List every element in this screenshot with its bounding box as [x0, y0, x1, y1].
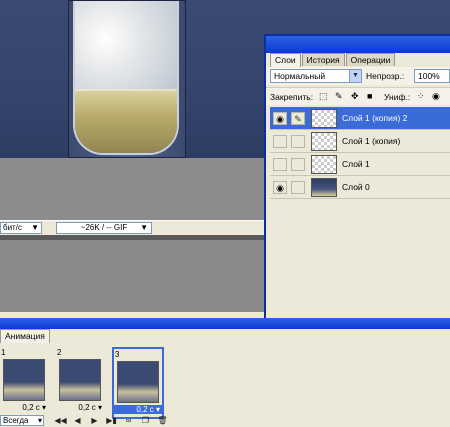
animation-frame-selected[interactable]: 3 0,2 c ▾ [112, 347, 164, 419]
frame-thumbnail [117, 361, 159, 403]
chevron-down-icon: ▼ [140, 223, 148, 232]
eye-icon[interactable]: ◉ [273, 112, 287, 125]
blend-mode-value: Нормальный [274, 71, 326, 81]
tab-animation[interactable]: Анимация [0, 329, 50, 343]
lock-position-icon[interactable]: ✥ [351, 91, 359, 102]
previous-frame-button[interactable]: ◀ [69, 416, 86, 425]
next-frame-button[interactable]: ▶▮ [103, 416, 120, 425]
animation-frame[interactable]: 2 0,2 c ▾ [56, 347, 104, 419]
layer-thumbnail [311, 109, 337, 128]
lock-row: Закрепить: ⬚ ✎ ✥ ■ Униф.: ⁘ ◉ [266, 87, 450, 105]
frame-delay[interactable]: 0,2 c ▾ [0, 403, 48, 412]
layer-thumbnail [311, 155, 337, 174]
layer-thumbnail [311, 132, 337, 151]
opacity-label: Непрозр.: [366, 71, 405, 81]
layer-name: Слой 1 (копия) 2 [342, 113, 408, 123]
frame-number: 3 [115, 350, 120, 359]
eye-icon[interactable]: ◉ [273, 181, 287, 194]
layers-panel-titlebar[interactable] [266, 36, 450, 53]
opacity-value: 100% [418, 71, 440, 81]
layers-panel-tabs: Слои История Операции [270, 53, 396, 67]
blend-opacity-row: Нормальный ▼ Непрозр.: 100% [266, 67, 450, 85]
visibility-toggle[interactable] [273, 158, 287, 171]
first-frame-button[interactable]: ◀◀ [52, 416, 69, 425]
tab-actions[interactable]: Операции [345, 53, 396, 66]
layer-name: Слой 1 (копия) [342, 136, 401, 146]
link-toggle[interactable] [291, 181, 305, 194]
optimize-status-bar: бит/с ▼ ~26K / -- GIF ▼ [0, 220, 270, 235]
second-document-area [0, 240, 270, 312]
play-button[interactable]: ▶ [86, 416, 103, 425]
opacity-input[interactable]: 100% [414, 69, 450, 83]
document-image [68, 0, 186, 158]
size-format-label: ~26K / -- GIF [80, 223, 128, 232]
layer-row[interactable]: ◉ ✎ Слой 1 (копия) 2 [270, 107, 450, 130]
tab-history[interactable]: История [301, 53, 345, 66]
speed-label: бит/с [3, 223, 22, 232]
fill-label: Униф.: [384, 92, 411, 102]
animation-frame[interactable]: 1 0,2 c ▾ [0, 347, 48, 419]
lock-pixels-icon[interactable]: ✎ [335, 91, 343, 102]
loop-value: Всегда [3, 416, 29, 425]
layers-panel: Слои История Операции Нормальный ▼ Непро… [264, 34, 450, 348]
unify-visibility-icon[interactable]: ◉ [432, 91, 440, 102]
layer-name: Слой 1 [342, 159, 370, 169]
layer-row[interactable]: Слой 1 (копия) [270, 130, 450, 153]
tween-button[interactable]: ∞ [120, 416, 137, 425]
visibility-toggle[interactable] [273, 135, 287, 148]
tab-layers[interactable]: Слои [270, 53, 301, 67]
animation-controls: Всегда ▾ ◀◀ ◀ ▶ ▶▮ ∞ ❐ 🗑 [0, 414, 450, 427]
chevron-down-icon: ▼ [349, 70, 361, 82]
canvas-pasteboard [0, 158, 270, 220]
link-toggle[interactable] [291, 158, 305, 171]
size-format-select[interactable]: ~26K / -- GIF ▼ [56, 222, 152, 234]
lock-transparency-icon[interactable]: ⬚ [319, 91, 328, 102]
loop-select[interactable]: Всегда ▾ [0, 415, 44, 426]
chevron-down-icon: ▼ [31, 223, 39, 232]
layer-row[interactable]: ◉ Слой 0 [270, 176, 450, 199]
champagne-glass-image [73, 1, 179, 155]
frame-number: 2 [57, 348, 62, 357]
layer-thumbnail [311, 178, 337, 197]
blend-mode-select[interactable]: Нормальный ▼ [270, 69, 362, 83]
duplicate-frame-button[interactable]: ❐ [137, 416, 154, 425]
frame-delay[interactable]: 0,2 c ▾ [56, 403, 104, 412]
unify-position-icon[interactable]: ⁘ [417, 91, 425, 102]
animation-panel: Анимация 1 0,2 c ▾ 2 0,2 c ▾ 3 0,2 c ▾ В… [0, 318, 450, 427]
trash-icon[interactable]: 🗑 [154, 416, 171, 425]
link-toggle[interactable] [291, 135, 305, 148]
animation-panel-titlebar[interactable] [0, 318, 450, 329]
chevron-down-icon: ▾ [37, 416, 42, 425]
frame-thumbnail [59, 359, 101, 401]
frame-number: 1 [1, 348, 6, 357]
frame-delay[interactable]: 0,2 c ▾ [114, 405, 162, 414]
layer-row[interactable]: Слой 1 [270, 153, 450, 176]
speed-select[interactable]: бит/с ▼ [0, 222, 42, 234]
layer-name: Слой 0 [342, 182, 370, 192]
lock-all-icon[interactable]: ■ [367, 91, 372, 101]
lock-label: Закрепить: [270, 92, 314, 102]
brush-icon[interactable]: ✎ [291, 112, 305, 125]
frame-thumbnail [3, 359, 45, 401]
